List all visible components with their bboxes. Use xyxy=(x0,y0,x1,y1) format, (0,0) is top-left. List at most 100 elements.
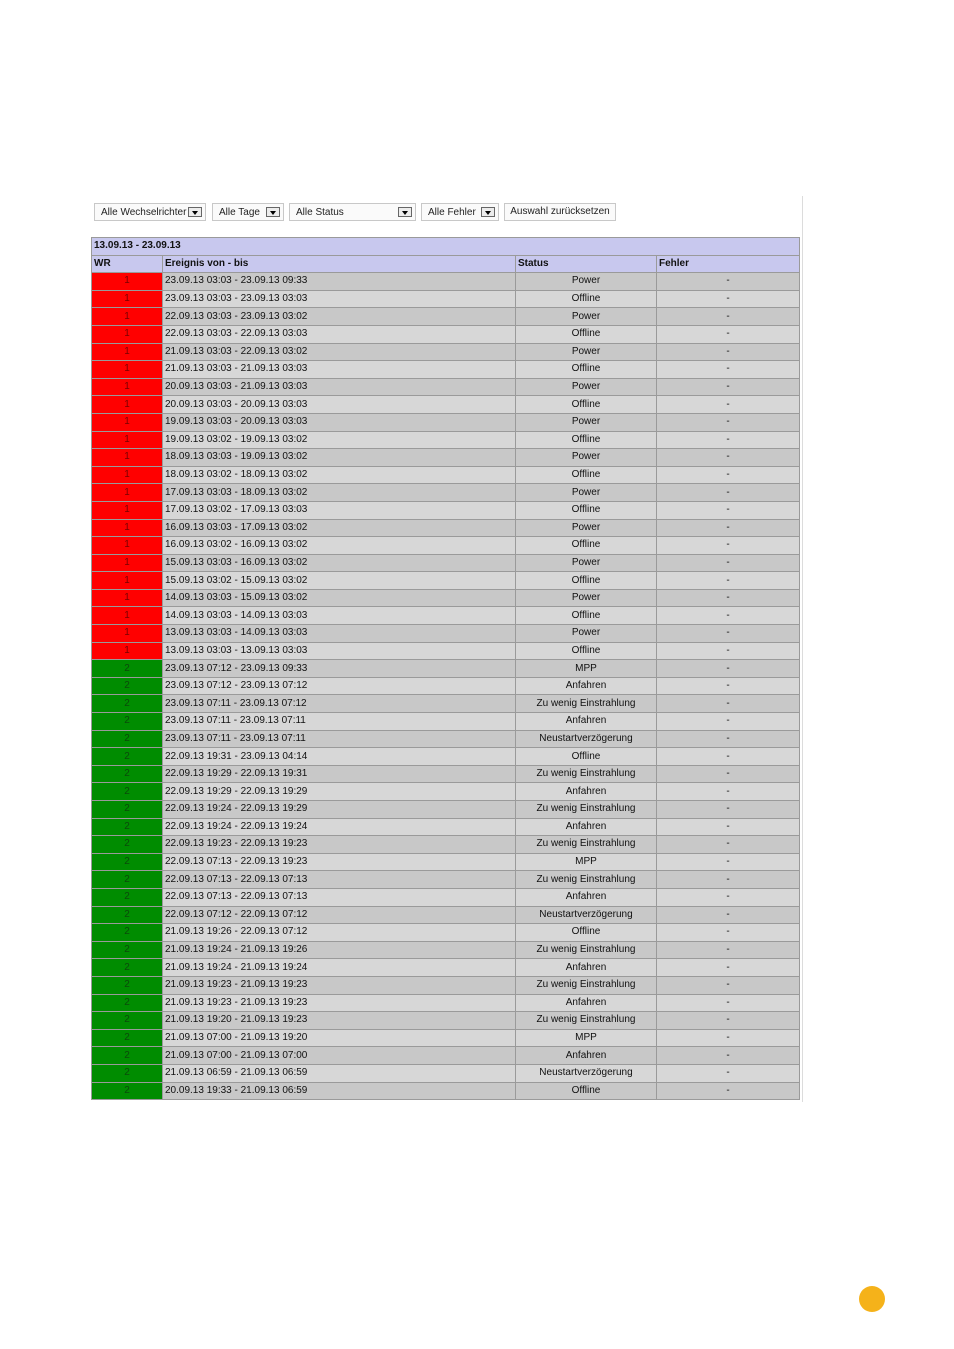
column-header-event-time[interactable]: Ereignis von - bis xyxy=(162,254,516,274)
table-row: 1 13.09.13 03:03 - 14.09.13 03:03 Power - xyxy=(91,624,800,643)
chevron-down-icon[interactable] xyxy=(188,207,202,217)
error-cell: - xyxy=(656,835,800,854)
inverter-cell: 2 xyxy=(91,817,163,837)
event-time-cell: 21.09.13 03:03 - 21.09.13 03:03 xyxy=(162,360,516,379)
inverter-cell: 2 xyxy=(91,747,163,766)
event-time-cell: 16.09.13 03:02 - 16.09.13 03:02 xyxy=(162,536,516,555)
status-cell: Offline xyxy=(515,360,657,379)
error-cell: - xyxy=(656,606,800,626)
inverter-cell: 1 xyxy=(91,483,163,502)
column-header-error[interactable]: Fehler xyxy=(656,254,800,274)
inverter-cell: 2 xyxy=(91,1046,163,1065)
error-cell: - xyxy=(656,993,800,1013)
status-cell: MPP xyxy=(515,852,657,872)
event-time-cell: 23.09.13 07:12 - 23.09.13 07:12 xyxy=(162,676,516,696)
event-time-cell: 22.09.13 19:24 - 22.09.13 19:29 xyxy=(162,800,516,819)
error-cell: - xyxy=(656,1011,800,1030)
error-filter-select[interactable]: Alle Fehler xyxy=(421,203,499,221)
inverter-cell: 2 xyxy=(91,993,163,1013)
status-cell: Zu wenig Einstrahlung xyxy=(515,800,657,819)
event-time-cell: 21.09.13 19:23 - 21.09.13 19:23 xyxy=(162,993,516,1013)
status-cell: Offline xyxy=(515,747,657,766)
error-cell: - xyxy=(656,1063,800,1083)
error-cell: - xyxy=(656,448,800,467)
header-row: WR Ereignis von - bis Status Fehler xyxy=(91,254,800,274)
date-range-label: 13.09.13 - 23.09.13 xyxy=(91,237,800,256)
status-cell: Offline xyxy=(515,465,657,485)
inverter-cell: 1 xyxy=(91,324,163,344)
inverter-cell: 2 xyxy=(91,975,163,995)
event-time-cell: 21.09.13 07:00 - 21.09.13 19:20 xyxy=(162,1028,516,1048)
event-time-cell: 21.09.13 19:26 - 22.09.13 07:12 xyxy=(162,923,516,942)
inverter-cell: 1 xyxy=(91,553,163,573)
column-header-wr[interactable]: WR xyxy=(91,254,163,274)
inverter-filter-select[interactable]: Alle Wechselrichter xyxy=(94,203,206,221)
error-cell: - xyxy=(656,887,800,907)
inverter-cell: 2 xyxy=(91,729,163,749)
events-table-body: 1 23.09.13 03:03 - 23.09.13 09:33 Power -1 2… xyxy=(91,272,800,1101)
table-row: 1 23.09.13 03:03 - 23.09.13 03:03 Offline - xyxy=(91,289,800,309)
inverter-cell: 2 xyxy=(91,923,163,942)
status-cell: Anfahren xyxy=(515,676,657,696)
inverter-cell: 2 xyxy=(91,835,163,854)
events-table: 13.09.13 - 23.09.13 WR Ereignis von - bi… xyxy=(91,237,800,1101)
inverter-cell: 2 xyxy=(91,676,163,696)
status-cell: Zu wenig Einstrahlung xyxy=(515,975,657,995)
inverter-cell: 1 xyxy=(91,641,163,661)
inverter-cell: 1 xyxy=(91,412,163,432)
inverter-cell: 1 xyxy=(91,588,163,608)
error-cell: - xyxy=(656,289,800,309)
table-row: 1 21.09.13 03:03 - 22.09.13 03:02 Power - xyxy=(91,342,800,362)
error-cell: - xyxy=(656,782,800,801)
event-time-cell: 23.09.13 07:12 - 23.09.13 09:33 xyxy=(162,659,516,678)
chevron-down-icon[interactable] xyxy=(266,207,280,217)
table-row: 1 14.09.13 03:03 - 14.09.13 03:03 Offline - xyxy=(91,606,800,626)
error-cell: - xyxy=(656,272,800,291)
error-cell: - xyxy=(656,588,800,608)
event-time-cell: 21.09.13 19:20 - 21.09.13 19:23 xyxy=(162,1011,516,1030)
column-header-status[interactable]: Status xyxy=(515,254,657,274)
table-row: 1 14.09.13 03:03 - 15.09.13 03:02 Power - xyxy=(91,588,800,608)
event-time-cell: 21.09.13 19:24 - 21.09.13 19:26 xyxy=(162,940,516,960)
inverter-cell: 2 xyxy=(91,887,163,907)
status-cell: Anfahren xyxy=(515,1046,657,1065)
inverter-cell: 2 xyxy=(91,800,163,819)
chevron-down-icon[interactable] xyxy=(481,207,495,217)
status-cell: Power xyxy=(515,624,657,643)
inverter-cell: 1 xyxy=(91,307,163,326)
status-filter-select[interactable]: Alle Status xyxy=(289,203,416,221)
table-row: 2 21.09.13 19:24 - 21.09.13 19:26 Zu wenig… xyxy=(91,940,800,960)
day-filter-select[interactable]: Alle Tage xyxy=(212,203,284,221)
error-cell: - xyxy=(656,412,800,432)
event-time-cell: 23.09.13 07:11 - 23.09.13 07:11 xyxy=(162,712,516,731)
table-row: 1 19.09.13 03:02 - 19.09.13 03:02 Offline - xyxy=(91,430,800,450)
error-cell: - xyxy=(656,624,800,643)
status-cell: Offline xyxy=(515,395,657,414)
status-cell: Neustartverzögerung xyxy=(515,905,657,925)
event-time-cell: 23.09.13 03:03 - 23.09.13 03:03 xyxy=(162,289,516,309)
table-row: 1 20.09.13 03:03 - 21.09.13 03:03 Power - xyxy=(91,377,800,397)
status-cell: Power xyxy=(515,412,657,432)
event-time-cell: 19.09.13 03:02 - 19.09.13 03:02 xyxy=(162,430,516,450)
event-time-cell: 21.09.13 06:59 - 21.09.13 06:59 xyxy=(162,1063,516,1083)
status-cell: Power xyxy=(515,272,657,291)
error-cell: - xyxy=(656,641,800,661)
chevron-down-icon[interactable] xyxy=(398,207,412,217)
inverter-cell: 1 xyxy=(91,606,163,626)
reset-selection-button[interactable]: Auswahl zurücksetzen xyxy=(504,203,616,221)
event-time-cell: 18.09.13 03:03 - 19.09.13 03:02 xyxy=(162,448,516,467)
inverter-cell: 2 xyxy=(91,764,163,784)
inverter-cell: 1 xyxy=(91,448,163,467)
table-row: 1 18.09.13 03:03 - 19.09.13 03:02 Power - xyxy=(91,448,800,467)
inverter-cell: 1 xyxy=(91,377,163,397)
status-cell: Anfahren xyxy=(515,887,657,907)
inverter-cell: 2 xyxy=(91,958,163,977)
table-row: 1 23.09.13 03:03 - 23.09.13 09:33 Power - xyxy=(91,272,800,291)
date-range-row: 13.09.13 - 23.09.13 xyxy=(91,237,800,256)
error-cell: - xyxy=(656,817,800,837)
table-row: 2 23.09.13 07:12 - 23.09.13 07:12 Anfahren… xyxy=(91,676,800,696)
event-time-cell: 22.09.13 03:03 - 22.09.13 03:03 xyxy=(162,324,516,344)
status-cell: Power xyxy=(515,483,657,502)
status-cell: Zu wenig Einstrahlung xyxy=(515,1011,657,1030)
table-row: 2 22.09.13 19:29 - 22.09.13 19:31 Zu wenig… xyxy=(91,764,800,784)
